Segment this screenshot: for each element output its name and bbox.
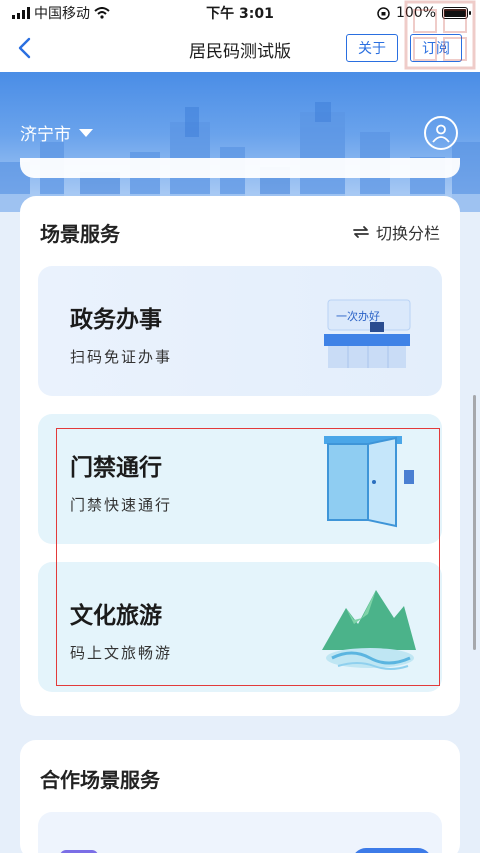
hero-card-edge [20,158,460,178]
service-subtitle: 门禁快速通行 [70,496,173,514]
coop-action-button[interactable] [352,848,432,853]
service-title: 门禁通行 [70,455,162,481]
switch-columns-label: 切换分栏 [375,224,440,243]
signal-icon [12,7,30,19]
service-item-government[interactable]: 政务办事 扫码免证办事 一次办好 [38,266,442,396]
status-left: 中国移动 [12,3,110,23]
switch-columns-button[interactable]: 切换分栏 [352,220,440,244]
wifi-icon [94,7,110,19]
user-profile-button[interactable] [424,116,458,150]
orientation-lock-icon [377,6,390,20]
coop-services-title: 合作场景服务 [40,768,160,792]
caret-down-icon [79,128,93,137]
service-subtitle: 扫码免证办事 [70,348,173,366]
service-item-access[interactable]: 门禁通行 门禁快速通行 [38,414,442,544]
scene-services-title: 场景服务 [40,222,120,246]
service-title: 政务办事 [70,307,162,333]
scrollbar[interactable] [473,395,476,650]
door-illustration [324,436,414,528]
mountain-river-illustration [322,590,416,670]
about-button[interactable]: 关于 [346,34,398,62]
city-selector[interactable]: 济宁市 [20,120,93,145]
service-title: 文化旅游 [70,603,162,629]
hero-banner: 济宁市 [0,72,480,212]
coop-services-card: 合作场景服务 [20,740,460,853]
swap-icon [353,226,369,238]
seal-watermark [404,0,476,70]
service-subtitle: 码上文旅畅游 [70,644,173,662]
service-counter-illustration: 一次办好 [324,299,411,368]
carrier-label: 中国移动 [34,6,90,22]
service-item-tourism[interactable]: 文化旅游 码上文旅畅游 [38,562,442,692]
user-icon [432,124,450,143]
coop-service-item[interactable] [38,812,442,853]
city-label: 济宁市 [20,125,71,145]
counter-sign-text: 一次办好 [336,309,380,323]
scene-services-card: 场景服务 切换分栏 政务办事 扫码免证办事 一次办好 门禁通行 门禁快速通行 文… [20,196,460,716]
